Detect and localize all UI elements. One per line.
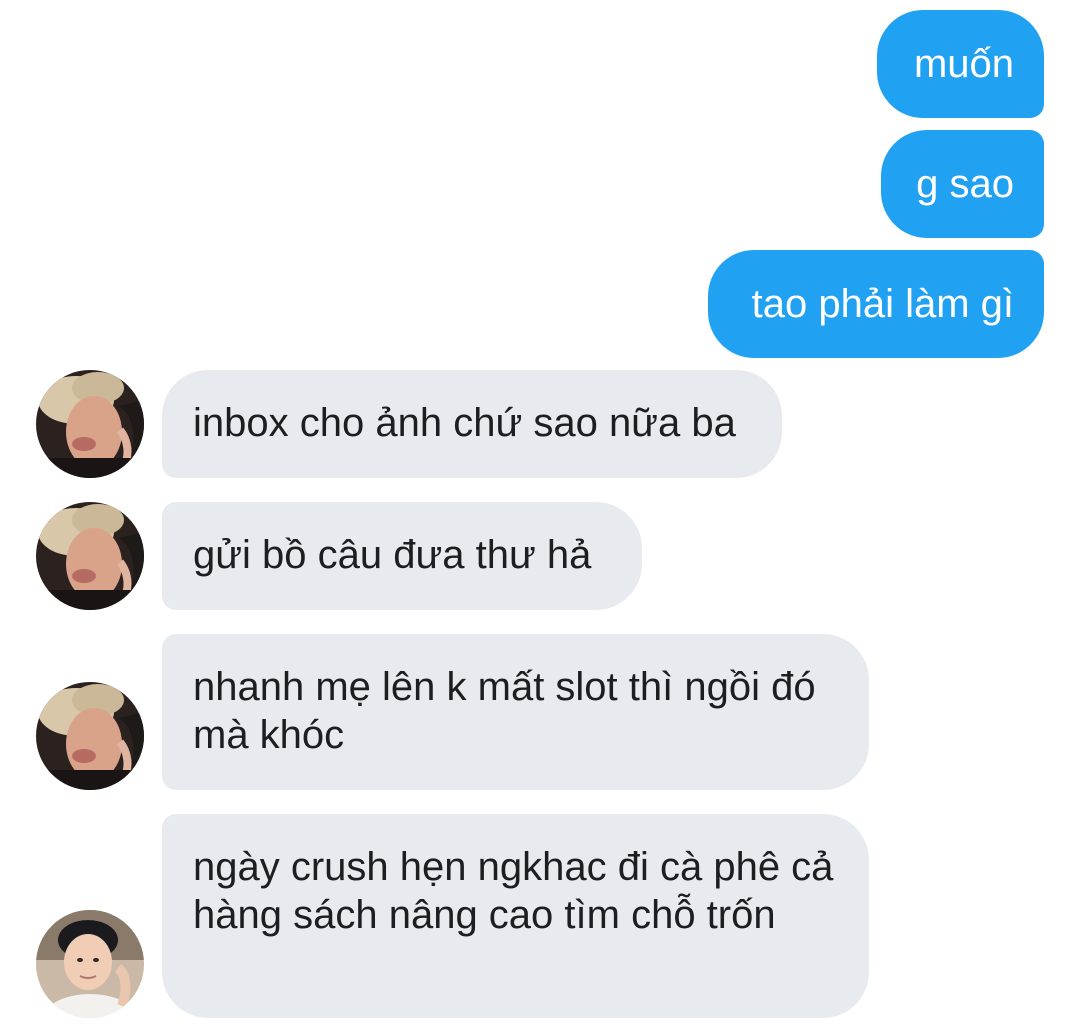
- avatar[interactable]: [36, 910, 144, 1018]
- avatar[interactable]: [36, 682, 144, 790]
- incoming-message[interactable]: nhanh mẹ lên k mất slot thì ngồi đó mà k…: [162, 634, 869, 790]
- profile-photo-icon: [36, 682, 144, 790]
- avatar[interactable]: [36, 370, 144, 478]
- outgoing-message[interactable]: tao phải làm gì: [708, 250, 1044, 358]
- message-text: ngày crush hẹn ngkhac đi cà phê cả hàng …: [193, 845, 834, 937]
- message-text: muốn: [913, 42, 1014, 86]
- message-text: tao phải làm gì: [751, 282, 1014, 326]
- outgoing-message[interactable]: g sao: [881, 130, 1044, 238]
- profile-photo-icon: [36, 370, 144, 478]
- incoming-message[interactable]: inbox cho ảnh chứ sao nữa ba: [162, 370, 782, 478]
- message-text: g sao: [916, 162, 1014, 206]
- incoming-message[interactable]: gửi bồ câu đưa thư hả: [162, 502, 642, 610]
- message-thread: muốn g sao tao phải làm gì inbox cho ảnh…: [0, 0, 1080, 1034]
- outgoing-message[interactable]: muốn: [877, 10, 1044, 118]
- message-text: nhanh mẹ lên k mất slot thì ngồi đó mà k…: [193, 665, 816, 757]
- message-text: inbox cho ảnh chứ sao nữa ba: [193, 401, 736, 445]
- profile-photo-icon: [36, 910, 144, 1018]
- profile-photo-icon: [36, 502, 144, 610]
- message-text: gửi bồ câu đưa thư hả: [193, 533, 592, 577]
- avatar[interactable]: [36, 502, 144, 610]
- incoming-message[interactable]: ngày crush hẹn ngkhac đi cà phê cả hàng …: [162, 814, 869, 1018]
